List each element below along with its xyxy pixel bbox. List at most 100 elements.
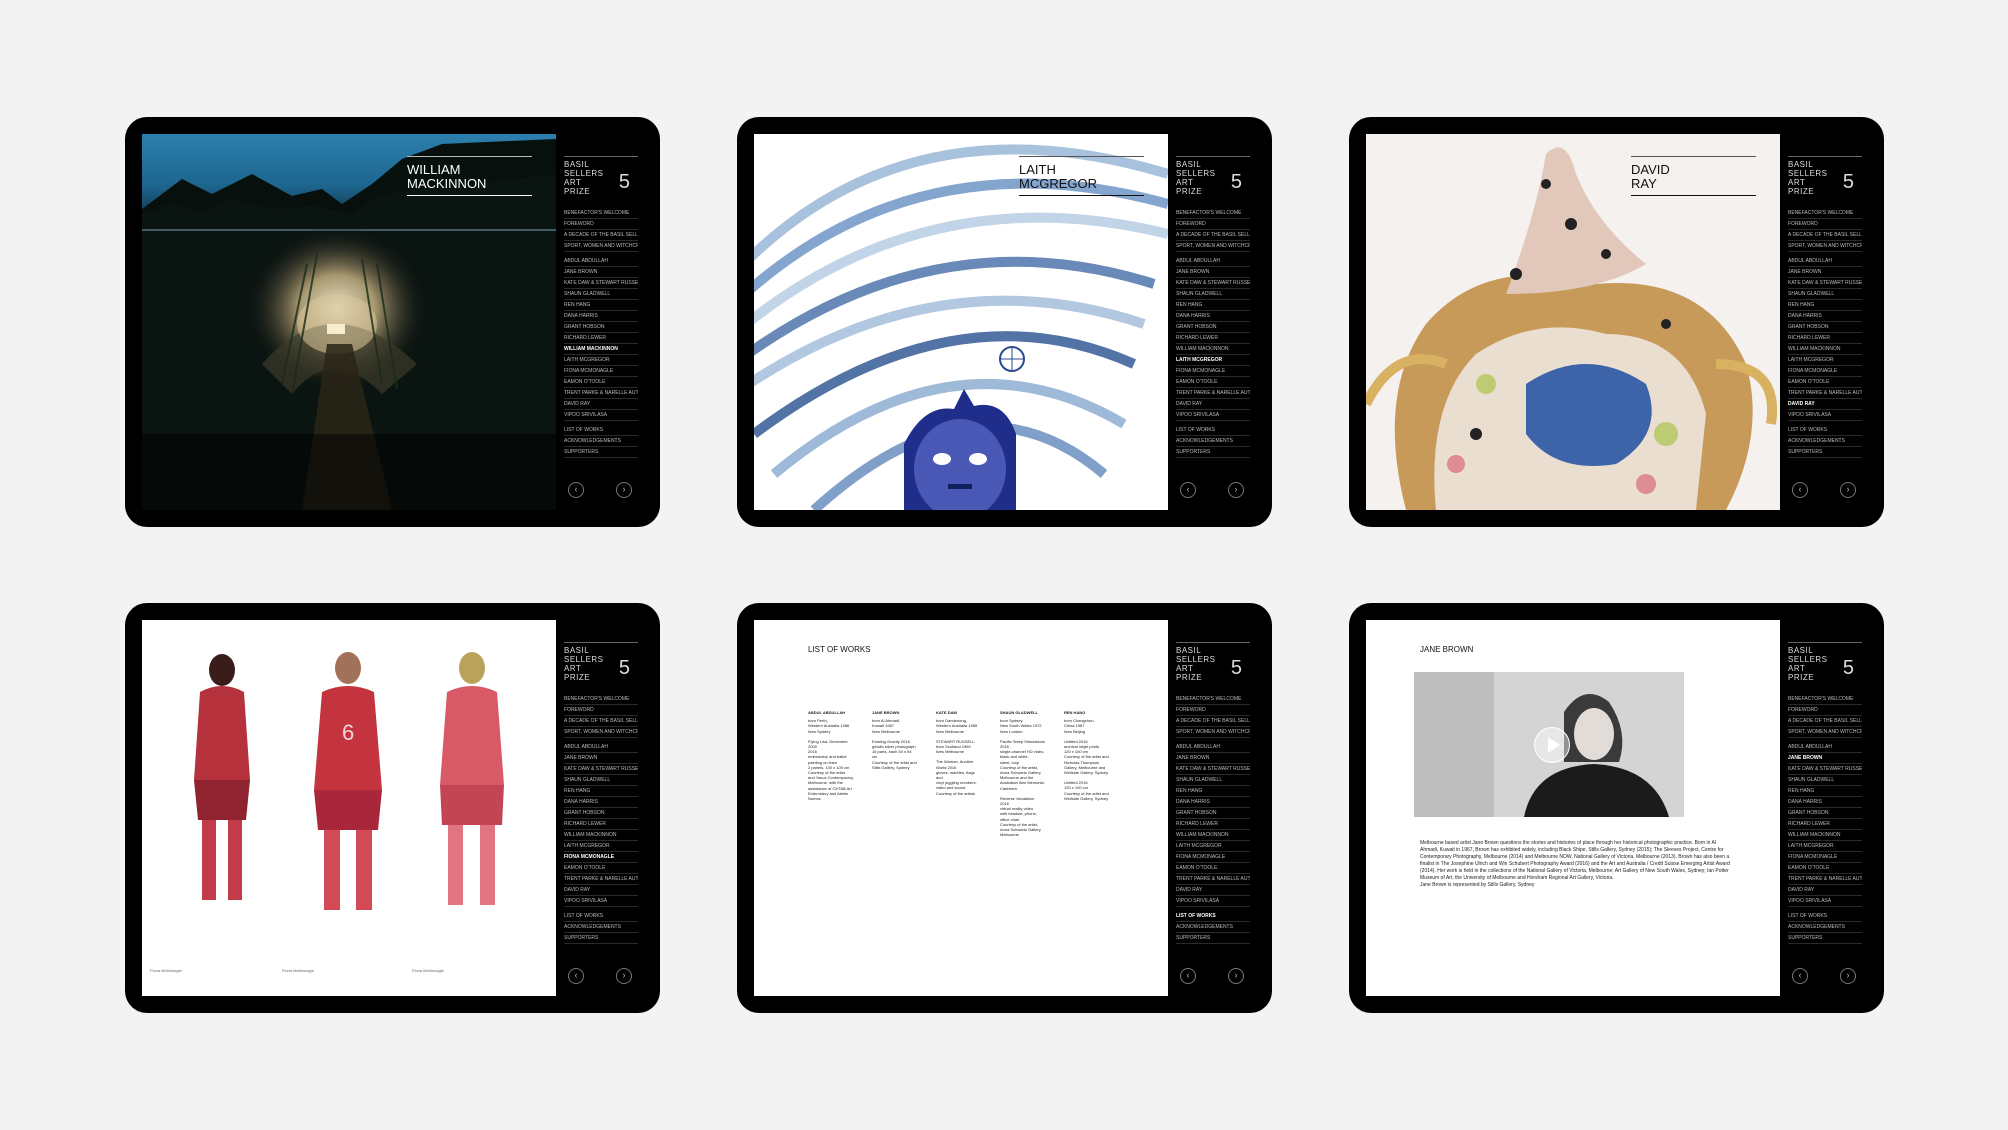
sidebar-nav-item[interactable]: A DECADE OF THE BASIL SELLERS ART PRIZE <box>1788 716 1862 727</box>
sidebar-nav-item[interactable]: EAMON O'TOOLE <box>564 863 638 874</box>
play-icon[interactable] <box>1534 727 1570 763</box>
sidebar-nav-item[interactable]: RICHARD LEWER <box>1176 333 1250 344</box>
sidebar-nav-item[interactable]: SUPPORTERS <box>1788 447 1862 458</box>
sidebar-nav-item[interactable]: SUPPORTERS <box>1788 933 1862 944</box>
sidebar-nav-item[interactable]: TRENT PARKE & NARELLE AUTIO <box>1176 874 1250 885</box>
next-page-icon[interactable]: › <box>1228 968 1244 984</box>
sidebar-nav-item[interactable]: TRENT PARKE & NARELLE AUTIO <box>1788 388 1862 399</box>
sidebar-nav-item[interactable]: ABDUL ABDULLAH <box>1788 742 1862 753</box>
sidebar-nav-item[interactable]: JANE BROWN <box>1176 753 1250 764</box>
sidebar-nav-item[interactable]: GRANT HOBSON <box>1176 808 1250 819</box>
sidebar-nav-item[interactable]: EAMON O'TOOLE <box>564 377 638 388</box>
sidebar-nav-item[interactable]: REN HANG <box>564 300 638 311</box>
sidebar-nav-item[interactable]: LIST OF WORKS <box>1176 425 1250 436</box>
sidebar-nav-item[interactable]: WILLIAM MACKINNON <box>1788 344 1862 355</box>
sidebar-nav-item[interactable]: BENEFACTOR'S WELCOME <box>1788 694 1862 705</box>
sidebar-nav-item[interactable]: DAVID RAY <box>1176 885 1250 896</box>
sidebar-nav-item[interactable]: WILLIAM MACKINNON <box>564 830 638 841</box>
sidebar-nav-item[interactable]: RICHARD LEWER <box>1176 819 1250 830</box>
sidebar-nav-item[interactable]: FOREWORD <box>1176 705 1250 716</box>
sidebar-nav-item[interactable]: LAITH McGREGOR <box>1788 841 1862 852</box>
sidebar-nav-item[interactable]: REN HANG <box>1176 300 1250 311</box>
sidebar-nav-item[interactable]: JANE BROWN <box>1788 267 1862 278</box>
sidebar-nav-item[interactable]: FIONA McMONAGLE <box>1788 852 1862 863</box>
sidebar-nav-item[interactable]: BENEFACTOR'S WELCOME <box>564 694 638 705</box>
sidebar-nav-item[interactable]: TRENT PARKE & NARELLE AUTIO <box>1176 388 1250 399</box>
sidebar-nav-item[interactable]: VIPOO SRIVILASA <box>1788 896 1862 907</box>
sidebar-nav-item[interactable]: LAITH McGREGOR <box>1176 355 1250 366</box>
sidebar-nav-item[interactable]: A DECADE OF THE BASIL SELLERS ART PRIZE <box>1176 716 1250 727</box>
sidebar-nav-item[interactable]: FIONA McMONAGLE <box>1176 852 1250 863</box>
sidebar-nav-item[interactable]: FIONA McMONAGLE <box>564 366 638 377</box>
sidebar-nav-item[interactable]: A DECADE OF THE BASIL SELLERS ART PRIZE <box>1788 230 1862 241</box>
sidebar-nav-item[interactable]: VIPOO SRIVILASA <box>1176 410 1250 421</box>
sidebar-nav-item[interactable]: REN HANG <box>1788 786 1862 797</box>
sidebar-nav-item[interactable]: SHAUN GLADWELL <box>564 775 638 786</box>
prev-page-icon[interactable]: ‹ <box>1792 968 1808 984</box>
sidebar-nav-item[interactable]: SUPPORTERS <box>1176 933 1250 944</box>
sidebar-nav-item[interactable]: FOREWORD <box>1788 705 1862 716</box>
sidebar-nav-item[interactable]: A DECADE OF THE BASIL SELLERS ART PRIZE <box>564 716 638 727</box>
sidebar-nav-item[interactable]: SHAUN GLADWELL <box>1788 289 1862 300</box>
sidebar-nav-item[interactable]: TRENT PARKE & NARELLE AUTIO <box>1788 874 1862 885</box>
sidebar-nav-item[interactable]: DAVID RAY <box>1176 399 1250 410</box>
sidebar-nav-item[interactable]: SPORT, WOMEN AND WITCHCRAFT <box>1788 727 1862 738</box>
prev-page-icon[interactable]: ‹ <box>1792 482 1808 498</box>
sidebar-nav-item[interactable]: BENEFACTOR'S WELCOME <box>564 208 638 219</box>
sidebar-nav-item[interactable]: ABDUL ABDULLAH <box>1176 256 1250 267</box>
sidebar-nav-item[interactable]: DANA HARRIS <box>564 311 638 322</box>
sidebar-nav-item[interactable]: WILLIAM MACKINNON <box>1176 830 1250 841</box>
sidebar-nav-item[interactable]: ACKNOWLEDGEMENTS <box>1176 436 1250 447</box>
sidebar-nav-item[interactable]: VIPOO SRIVILASA <box>1176 896 1250 907</box>
sidebar-nav-item[interactable]: LAITH McGREGOR <box>564 841 638 852</box>
sidebar-nav-item[interactable]: FIONA McMONAGLE <box>1176 366 1250 377</box>
video-thumbnail[interactable] <box>1414 672 1684 817</box>
sidebar-nav-item[interactable]: JANE BROWN <box>564 753 638 764</box>
sidebar-nav-item[interactable]: EAMON O'TOOLE <box>1788 377 1862 388</box>
sidebar-nav-item[interactable]: VIPOO SRIVILASA <box>1788 410 1862 421</box>
sidebar-nav-item[interactable]: BENEFACTOR'S WELCOME <box>1176 208 1250 219</box>
sidebar-nav-item[interactable]: ACKNOWLEDGEMENTS <box>1788 922 1862 933</box>
sidebar-nav-item[interactable]: FIONA McMONAGLE <box>1788 366 1862 377</box>
sidebar-nav-item[interactable]: DANA HARRIS <box>1788 311 1862 322</box>
sidebar-nav-item[interactable]: DAVID RAY <box>1788 399 1862 410</box>
prev-page-icon[interactable]: ‹ <box>1180 482 1196 498</box>
sidebar-nav-item[interactable]: ABDUL ABDULLAH <box>1788 256 1862 267</box>
sidebar-nav-item[interactable]: SPORT, WOMEN AND WITCHCRAFT <box>1788 241 1862 252</box>
sidebar-nav-item[interactable]: A DECADE OF THE BASIL SELLERS ART PRIZE <box>1176 230 1250 241</box>
sidebar-nav-item[interactable]: A DECADE OF THE BASIL SELLERS ART PRIZE <box>564 230 638 241</box>
sidebar-nav-item[interactable]: RICHARD LEWER <box>1788 333 1862 344</box>
sidebar-nav-item[interactable]: DANA HARRIS <box>1788 797 1862 808</box>
sidebar-nav-item[interactable]: KATE DAW & STEWART RUSSELL <box>564 278 638 289</box>
sidebar-nav-item[interactable]: DANA HARRIS <box>1176 797 1250 808</box>
sidebar-nav-item[interactable]: GRANT HOBSON <box>1176 322 1250 333</box>
sidebar-nav-item[interactable]: ACKNOWLEDGEMENTS <box>1788 436 1862 447</box>
sidebar-nav-item[interactable]: FOREWORD <box>1788 219 1862 230</box>
sidebar-nav-item[interactable]: WILLIAM MACKINNON <box>564 344 638 355</box>
sidebar-nav-item[interactable]: ACKNOWLEDGEMENTS <box>564 436 638 447</box>
sidebar-nav-item[interactable]: SUPPORTERS <box>564 933 638 944</box>
sidebar-nav-item[interactable]: FIONA McMONAGLE <box>564 852 638 863</box>
sidebar-nav-item[interactable]: SPORT, WOMEN AND WITCHCRAFT <box>564 727 638 738</box>
sidebar-nav-item[interactable]: ABDUL ABDULLAH <box>564 742 638 753</box>
sidebar-nav-item[interactable]: DAVID RAY <box>564 885 638 896</box>
sidebar-nav-item[interactable]: DAVID RAY <box>564 399 638 410</box>
sidebar-nav-item[interactable]: VIPOO SRIVILASA <box>564 410 638 421</box>
sidebar-nav-item[interactable]: SPORT, WOMEN AND WITCHCRAFT <box>1176 241 1250 252</box>
sidebar-nav-item[interactable]: VIPOO SRIVILASA <box>564 896 638 907</box>
sidebar-nav-item[interactable]: RICHARD LEWER <box>564 819 638 830</box>
sidebar-nav-item[interactable]: LAITH McGREGOR <box>564 355 638 366</box>
sidebar-nav-item[interactable]: BENEFACTOR'S WELCOME <box>1176 694 1250 705</box>
sidebar-nav-item[interactable]: SPORT, WOMEN AND WITCHCRAFT <box>564 241 638 252</box>
sidebar-nav-item[interactable]: SHAUN GLADWELL <box>1176 775 1250 786</box>
sidebar-nav-item[interactable]: REN HANG <box>1176 786 1250 797</box>
sidebar-nav-item[interactable]: RICHARD LEWER <box>564 333 638 344</box>
sidebar-nav-item[interactable]: JANE BROWN <box>1176 267 1250 278</box>
sidebar-nav-item[interactable]: FOREWORD <box>1176 219 1250 230</box>
sidebar-nav-item[interactable]: SHAUN GLADWELL <box>564 289 638 300</box>
sidebar-nav-item[interactable]: WILLIAM MACKINNON <box>1176 344 1250 355</box>
sidebar-nav-item[interactable]: SHAUN GLADWELL <box>1788 775 1862 786</box>
sidebar-nav-item[interactable]: SUPPORTERS <box>1176 447 1250 458</box>
sidebar-nav-item[interactable]: EAMON O'TOOLE <box>1176 863 1250 874</box>
sidebar-nav-item[interactable]: DANA HARRIS <box>564 797 638 808</box>
